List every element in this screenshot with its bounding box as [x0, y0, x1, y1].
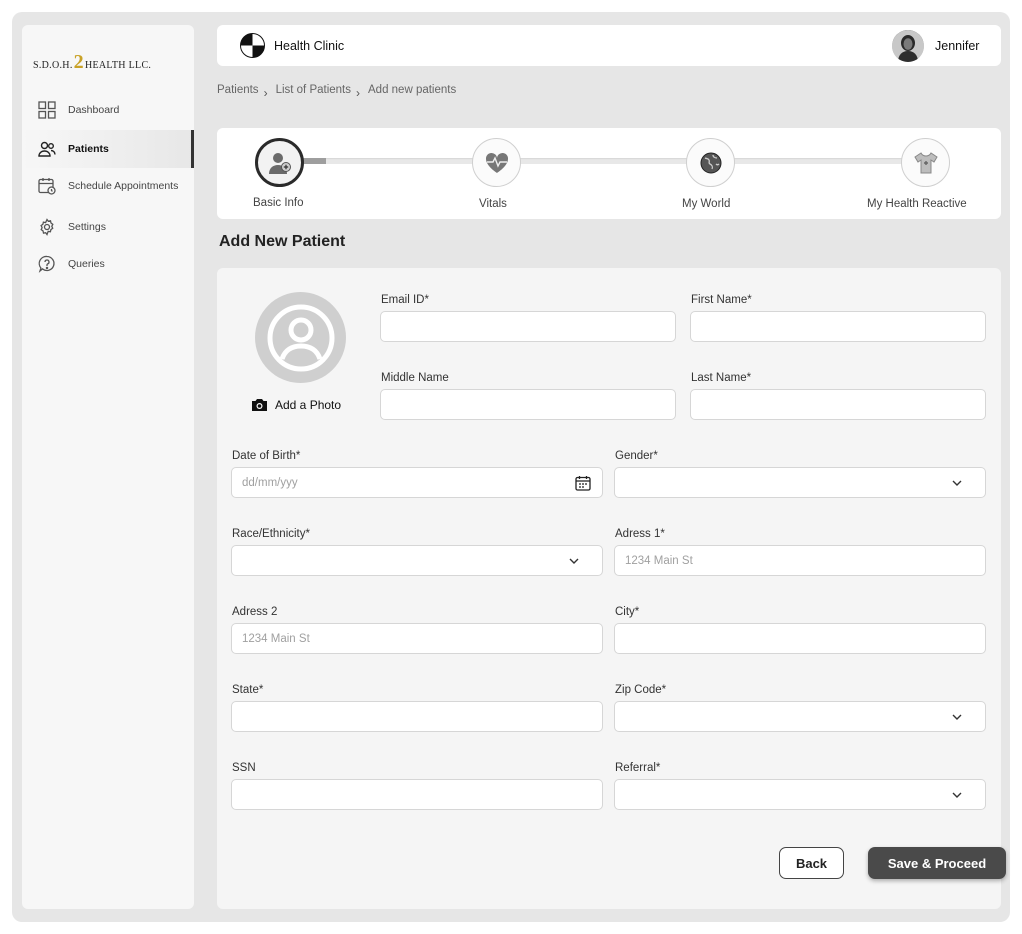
user-circle-icon	[267, 304, 334, 371]
sidebar-item-label: Dashboard	[68, 104, 120, 116]
middle-name-label: Middle Name	[381, 372, 449, 384]
sidebar-item-settings[interactable]: Settings	[22, 208, 194, 246]
back-button[interactable]: Back	[779, 847, 844, 879]
dob-field[interactable]	[231, 467, 603, 498]
step-my-health-reactive[interactable]	[901, 138, 950, 187]
referral-select[interactable]	[614, 779, 986, 810]
brand-logo[interactable]: S.D.O.H. 2 HEALTH LLC.	[33, 47, 163, 73]
sidebar-item-label: Queries	[68, 258, 105, 270]
city-label: City*	[615, 606, 640, 618]
shirt-icon	[913, 151, 938, 173]
page-title: Add New Patient	[219, 233, 346, 250]
race-ethnicity-select[interactable]	[231, 545, 603, 576]
ssn-field[interactable]	[231, 779, 603, 810]
step-label-my-health-reactive: My Health Reactive	[867, 198, 967, 210]
chevron-right-icon: ›	[263, 86, 268, 100]
referral-label: Referral*	[615, 762, 661, 774]
step-my-world[interactable]	[686, 138, 735, 187]
photo-placeholder[interactable]	[255, 292, 346, 383]
add-photo-button[interactable]: Add a Photo	[251, 398, 341, 412]
logo-text-right: HEALTH LLC.	[84, 60, 152, 71]
address1-field[interactable]	[614, 545, 986, 576]
middle-name-field[interactable]	[380, 389, 676, 420]
race-label: Race/Ethnicity*	[232, 528, 310, 540]
address2-field[interactable]	[231, 623, 603, 654]
sidebar-item-queries[interactable]: Queries	[22, 245, 194, 283]
sidebar-item-patients[interactable]: Patients	[22, 130, 194, 168]
first-name-field[interactable]	[690, 311, 986, 342]
chevron-down-icon	[952, 714, 962, 720]
add-photo-label: Add a Photo	[275, 398, 342, 412]
chevron-down-icon	[952, 480, 962, 486]
heart-pulse-icon	[485, 152, 508, 173]
sidebar-item-label: Schedule Appointments	[68, 180, 179, 192]
camera-icon	[252, 399, 267, 411]
breadcrumb-item-add-new-patients: Add new patients	[368, 84, 457, 96]
chevron-down-icon	[952, 792, 962, 798]
step-label-vitals: Vitals	[479, 198, 507, 210]
city-field[interactable]	[614, 623, 986, 654]
sidebar-item-schedule-appointments[interactable]: Schedule Appointments	[22, 167, 194, 205]
step-basic-info[interactable]	[255, 138, 304, 187]
user-name[interactable]: Jennifer	[935, 39, 979, 53]
step-vitals[interactable]	[472, 138, 521, 187]
first-name-label: First Name*	[691, 294, 752, 306]
state-label: State*	[232, 684, 264, 696]
question-icon	[38, 255, 56, 273]
gender-select[interactable]	[614, 467, 986, 498]
clinic-name: Health Clinic	[274, 39, 345, 53]
state-field[interactable]	[231, 701, 603, 732]
chevron-down-icon	[569, 558, 579, 564]
globe-icon	[700, 152, 721, 173]
breadcrumb-item-patients[interactable]: Patients	[217, 84, 259, 96]
last-name-field[interactable]	[690, 389, 986, 420]
breadcrumb: Patients › List of Patients › Add new pa…	[217, 83, 457, 100]
email-field[interactable]	[380, 311, 676, 342]
save-proceed-button[interactable]: Save & Proceed	[868, 847, 1006, 879]
top-header: Health Clinic Jennifer	[217, 25, 1001, 66]
sidebar-item-label: Patients	[68, 143, 109, 155]
address1-label: Adress 1*	[615, 528, 665, 540]
user-add-icon	[268, 152, 291, 174]
sidebar-item-dashboard[interactable]: Dashboard	[22, 91, 194, 129]
breadcrumb-item-list-of-patients[interactable]: List of Patients	[276, 84, 351, 96]
chevron-right-icon: ›	[356, 86, 360, 100]
last-name-label: Last Name*	[691, 372, 752, 384]
grid-icon	[38, 101, 56, 119]
users-icon	[38, 140, 56, 158]
logo-text-two: 2	[73, 51, 84, 73]
ssn-label: SSN	[232, 762, 256, 774]
calendar-icon[interactable]	[575, 475, 591, 491]
gender-label: Gender*	[615, 450, 658, 462]
stepper-track	[280, 158, 940, 164]
address2-label: Adress 2	[232, 606, 278, 618]
clinic-logo-icon	[240, 33, 265, 58]
gear-icon	[38, 218, 56, 236]
step-label-my-world: My World	[682, 198, 731, 210]
zip-code-label: Zip Code*	[615, 684, 667, 696]
calendar-clock-icon	[38, 177, 56, 195]
logo-text-left: S.D.O.H.	[33, 60, 73, 71]
step-label-basic-info: Basic Info	[253, 197, 304, 209]
progress-stepper: Basic Info Vitals My World My Health Rea…	[217, 128, 1001, 219]
dob-label: Date of Birth*	[232, 450, 301, 462]
email-label: Email ID*	[381, 294, 429, 306]
sidebar-item-label: Settings	[68, 221, 106, 233]
zip-code-select[interactable]	[614, 701, 986, 732]
user-avatar[interactable]	[892, 30, 924, 62]
